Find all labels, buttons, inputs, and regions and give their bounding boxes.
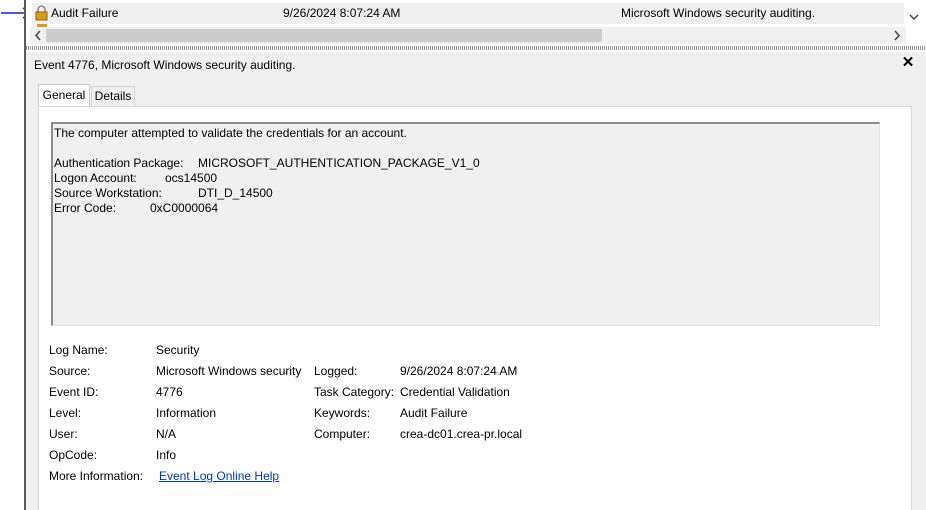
event-description-box[interactable] (51, 122, 880, 326)
tab-general[interactable]: General (38, 84, 90, 106)
desc-value-source-workstation: DTI_D_14500 (198, 186, 273, 200)
prop-label-task-category: Task Category: (314, 385, 395, 399)
prop-value-level: Information (156, 406, 217, 420)
prop-value-log-name: Security (156, 343, 200, 357)
prop-value-opcode: Info (156, 448, 177, 462)
prop-value-computer: crea-dc01.crea-pr.local (400, 427, 523, 441)
prop-value-event-id: 4776 (156, 385, 183, 399)
prop-value-keywords: Audit Failure (400, 406, 468, 420)
desc-label-logon-account: Logon Account: (54, 171, 137, 185)
desc-label-error-code: Error Code: (54, 201, 117, 215)
pane-title: Event 4776, Microsoft Windows security a… (34, 58, 296, 72)
event-keywords-cell: Audit Failure (51, 6, 119, 20)
prop-label-opcode: OpCode: (49, 448, 98, 462)
prop-label-keywords: Keywords: (314, 406, 371, 420)
prop-value-task-category: Credential Validation (400, 385, 510, 399)
top-clipped-text (880, 0, 920, 2)
prop-value-logged: 9/26/2024 8:07:24 AM (400, 364, 518, 378)
chevron-right-icon[interactable] (890, 28, 904, 43)
chevron-left-icon[interactable] (31, 28, 45, 43)
prop-label-log-name: Log Name: (49, 343, 108, 357)
prop-label-logged: Logged: (314, 364, 358, 378)
prop-label-event-id: Event ID: (49, 385, 99, 399)
prop-label-level: Level: (49, 406, 82, 420)
event-source-cell: Microsoft Windows security auditing. (621, 6, 816, 20)
prop-label-more-info: More Information: (49, 469, 144, 483)
prop-value-user: N/A (156, 427, 177, 441)
desc-value-auth-package: MICROSOFT_AUTHENTICATION_PACKAGE_V1_0 (198, 156, 480, 170)
event-log-online-help-link[interactable]: Event Log Online Help (159, 469, 279, 483)
prop-label-computer: Computer: (314, 427, 371, 441)
desc-label-source-workstation: Source Workstation: (54, 186, 162, 200)
description-intro: The computer attempted to validate the c… (54, 126, 407, 140)
event-date-cell: 9/26/2024 8:07:24 AM (283, 6, 401, 20)
lock-icon (35, 5, 48, 21)
prop-label-user: User: (49, 427, 78, 441)
tab-details[interactable]: Details (91, 86, 135, 106)
pane-splitter[interactable] (26, 46, 926, 50)
desc-value-error-code: 0xC0000064 (150, 201, 219, 215)
close-icon[interactable]: ✕ (900, 54, 916, 72)
horizontal-scrollbar-thumb[interactable] (46, 29, 602, 42)
chevron-down-icon[interactable] (906, 9, 922, 25)
desc-value-logon-account: ocs14500 (165, 171, 218, 185)
prop-value-source: Microsoft Windows security (156, 364, 302, 378)
desc-label-auth-package: Authentication Package: (54, 156, 184, 170)
prop-label-source: Source: (49, 364, 91, 378)
